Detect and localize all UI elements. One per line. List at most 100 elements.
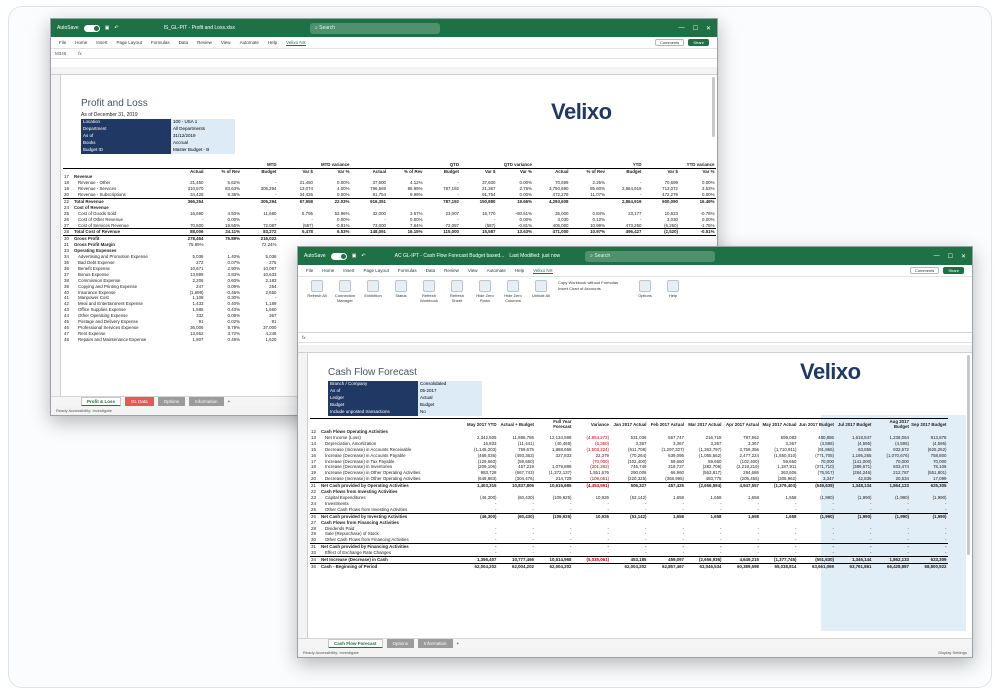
- table-cell[interactable]: 10,514,968: [535, 556, 573, 564]
- search-box[interactable]: ⌕ Search: [309, 22, 440, 34]
- table-cell[interactable]: 623,309: [910, 556, 948, 564]
- parameter-value[interactable]: 05-2017: [418, 388, 482, 395]
- autosave-toggle[interactable]: [330, 252, 347, 260]
- menu-item-velixo-nx[interactable]: Velixo NX: [533, 268, 553, 274]
- menu-item-file[interactable]: File: [306, 268, 313, 273]
- table-cell[interactable]: 471,000: [533, 228, 570, 236]
- excel-window-cash-flow[interactable]: AutoSave ▣ ↶ AC GL-IPT - Cash Flow Forec…: [297, 246, 973, 658]
- table-cell[interactable]: 62,857,467: [647, 562, 685, 570]
- parameter-value[interactable]: No: [418, 409, 482, 416]
- maximize-icon[interactable]: ☐: [693, 25, 698, 32]
- minimize-icon[interactable]: —: [934, 253, 940, 260]
- menu-item-insert[interactable]: Insert: [96, 40, 107, 45]
- table-cell[interactable]: 1,862,133: [872, 556, 910, 564]
- table-cell[interactable]: 1,807: [168, 337, 205, 343]
- undo-icon[interactable]: ↶: [361, 253, 365, 259]
- menu-item-help[interactable]: Help: [268, 40, 277, 45]
- ribbon-button-unhide-all[interactable]: Unhide All: [530, 280, 552, 299]
- ribbon-button-options[interactable]: Options: [634, 280, 656, 299]
- table-cell[interactable]: 68,800,922: [910, 562, 948, 570]
- table-cell[interactable]: 66,428,887: [872, 562, 910, 570]
- table-cell[interactable]: 16.15%: [387, 228, 424, 236]
- comments-button[interactable]: Comments: [654, 39, 685, 46]
- menu-item-data[interactable]: Data: [426, 268, 436, 273]
- menu-item-view[interactable]: View: [221, 40, 231, 45]
- sheet-tab-options[interactable]: Options: [157, 397, 186, 406]
- vertical-scrollbar[interactable]: [967, 355, 970, 555]
- menu-item-formulas[interactable]: Formulas: [398, 268, 417, 273]
- close-icon[interactable]: ✕: [706, 25, 711, 32]
- table-cell[interactable]: 83,272: [241, 228, 278, 236]
- ribbon-button-hide-zero-columns[interactable]: Hide Zero Columns: [502, 280, 524, 303]
- table-cell[interactable]: 459,097: [647, 556, 685, 564]
- parameter-value[interactable]: 100 - USA 1: [171, 119, 235, 126]
- share-button[interactable]: Share: [688, 39, 709, 46]
- table-cell[interactable]: 1,620: [241, 337, 278, 343]
- table-cell[interactable]: 0.49%: [205, 337, 242, 343]
- menu-item-automate[interactable]: Automate: [240, 40, 259, 45]
- table-cell[interactable]: (2,656,936): [685, 556, 723, 564]
- table-cell[interactable]: 13.63%: [496, 228, 533, 236]
- menu-item-page-layout[interactable]: Page Layout: [117, 40, 142, 45]
- parameter-value[interactable]: Accrual: [171, 140, 235, 147]
- table-cell[interactable]: 4,649,215: [722, 556, 760, 564]
- ribbon-button-status[interactable]: Status: [390, 280, 412, 299]
- sheet-tab-information[interactable]: Information: [418, 639, 453, 648]
- menu-item-velixo-nx[interactable]: Velixo NX: [286, 40, 306, 46]
- save-icon[interactable]: ▣: [105, 25, 110, 31]
- parameter-value[interactable]: Consolidated: [418, 381, 482, 388]
- table-cell[interactable]: 62,004,202: [497, 562, 535, 570]
- table-cell[interactable]: 65,038,814: [760, 562, 798, 570]
- table-cell[interactable]: 148,091: [350, 228, 387, 236]
- table-cell[interactable]: 63,661,069: [797, 562, 835, 570]
- sheet-tab-gl-data[interactable]: GL Data: [125, 397, 154, 406]
- parameter-block[interactable]: Location 100 - USA 1 Department All Departm…: [81, 119, 235, 154]
- table-cell[interactable]: 63,761,861: [835, 562, 873, 570]
- table-cell[interactable]: (551,630): [797, 556, 835, 564]
- menu-item-review[interactable]: Review: [197, 40, 212, 45]
- parameter-block[interactable]: Branch / Company Consolidated As of 05-2017…: [328, 381, 482, 416]
- add-sheet-icon[interactable]: +: [228, 399, 231, 404]
- maximize-icon[interactable]: ☐: [948, 253, 953, 260]
- parameter-value[interactable]: Actual: [418, 395, 482, 402]
- add-sheet-icon[interactable]: +: [457, 641, 460, 646]
- vertical-scrollbar[interactable]: [712, 77, 715, 137]
- parameter-value[interactable]: 31/12/2019: [171, 133, 235, 140]
- table-cell[interactable]: 115,000: [423, 228, 460, 236]
- table-cell[interactable]: (1,377,745): [760, 556, 798, 564]
- table-cell[interactable]: (5,035,061): [572, 556, 610, 564]
- ribbon-button-help[interactable]: Help: [662, 280, 684, 299]
- parameter-value[interactable]: Master Budget - B: [171, 147, 235, 154]
- table-cell[interactable]: 453,185: [610, 556, 648, 564]
- table-cell[interactable]: [572, 562, 610, 570]
- sheet-tab-profit-loss[interactable]: Profit & Loss: [81, 396, 122, 407]
- table-cell[interactable]: 1,346,144: [835, 556, 873, 564]
- menu-item-review[interactable]: Review: [444, 268, 459, 273]
- parameter-value[interactable]: Budget: [418, 402, 482, 409]
- table-cell[interactable]: 15,587: [460, 228, 497, 236]
- undo-icon[interactable]: ↶: [114, 25, 118, 31]
- table-cell[interactable]: 62,004,202: [610, 562, 648, 570]
- table-cell[interactable]: 24.11%: [204, 228, 241, 236]
- sheet-tab-information[interactable]: Information: [189, 397, 224, 406]
- menu-item-page-layout[interactable]: Page Layout: [364, 268, 389, 273]
- share-button[interactable]: Share: [943, 267, 964, 274]
- display-settings[interactable]: Display Settings: [938, 650, 967, 655]
- autosave-toggle[interactable]: [83, 24, 100, 32]
- ribbon-button-refresh-sheet[interactable]: Refresh Sheet: [446, 280, 468, 303]
- menu-item-file[interactable]: File: [59, 40, 66, 45]
- menu-item-data[interactable]: Data: [179, 40, 189, 45]
- table-cell[interactable]: -0.51%: [679, 228, 716, 236]
- ribbon-button-connection-manager[interactable]: Connection Manager: [334, 280, 356, 303]
- table-cell[interactable]: 6.53%: [314, 228, 351, 236]
- table-cell[interactable]: 88,006: [168, 228, 205, 236]
- menu-item-formulas[interactable]: Formulas: [151, 40, 170, 45]
- menu-item-insert[interactable]: Insert: [343, 268, 354, 273]
- minimize-icon[interactable]: —: [679, 25, 685, 32]
- table-cell[interactable]: 496,427: [606, 228, 643, 236]
- menu-item-view[interactable]: View: [468, 268, 478, 273]
- comments-button[interactable]: Comments: [909, 267, 940, 274]
- table-cell[interactable]: (2,520): [642, 228, 679, 236]
- close-icon[interactable]: ✕: [961, 253, 966, 260]
- sheet-tab-cash-flow-forecast[interactable]: Cash Flow Forecast: [328, 638, 383, 649]
